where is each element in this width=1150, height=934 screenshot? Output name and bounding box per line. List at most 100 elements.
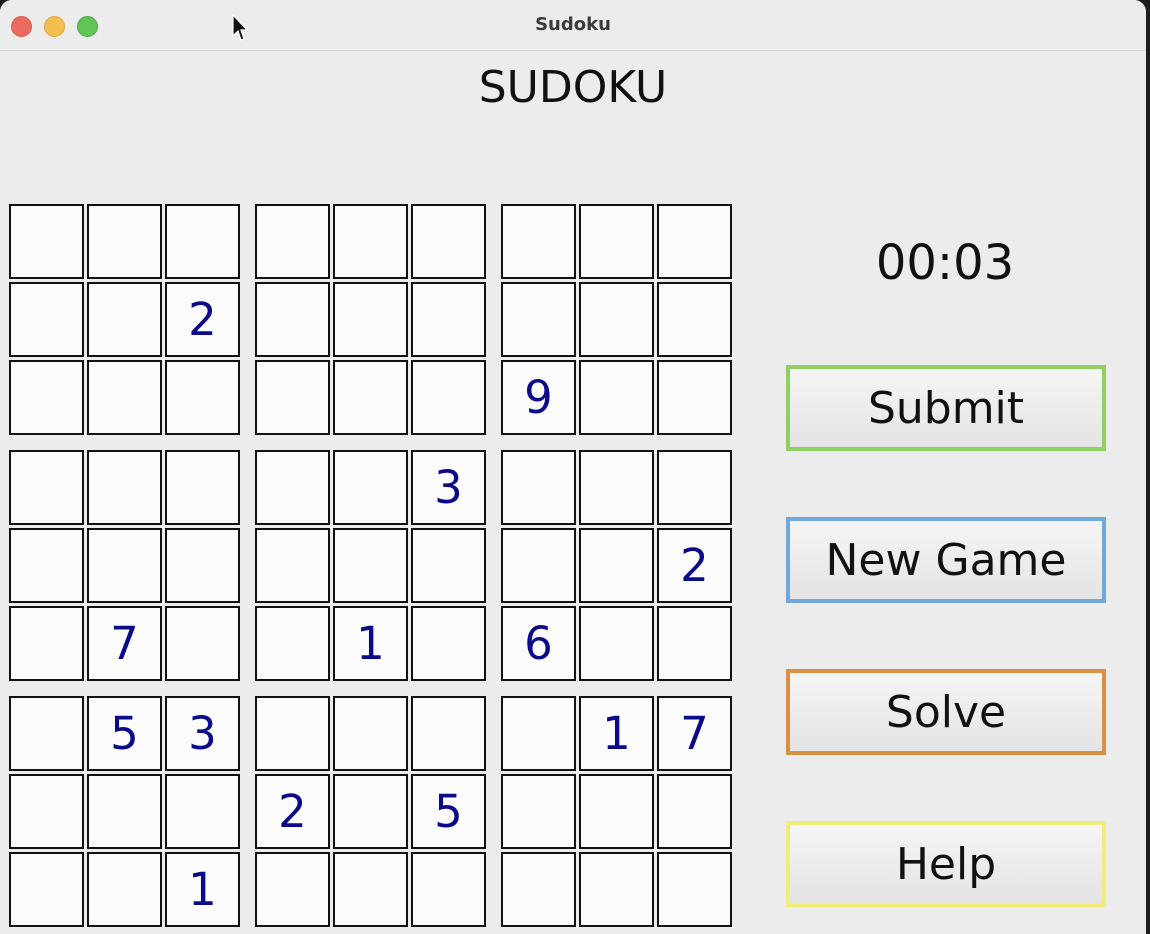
sudoku-cell[interactable]: [501, 528, 576, 603]
sudoku-cell[interactable]: [411, 696, 486, 771]
sudoku-cell[interactable]: [165, 528, 240, 603]
sudoku-cell[interactable]: [579, 528, 654, 603]
sudoku-cell[interactable]: [87, 450, 162, 525]
sudoku-cell[interactable]: [87, 204, 162, 279]
sudoku-cell[interactable]: [579, 282, 654, 357]
elapsed-timer: 00:03: [875, 235, 1015, 291]
sudoku-cell[interactable]: [501, 774, 576, 849]
sudoku-cell[interactable]: [579, 774, 654, 849]
sudoku-cell[interactable]: [333, 450, 408, 525]
sudoku-box: 25: [253, 694, 491, 932]
sudoku-cell[interactable]: [657, 774, 732, 849]
sudoku-cell[interactable]: [501, 204, 576, 279]
sudoku-cell[interactable]: [87, 774, 162, 849]
sudoku-cell[interactable]: [657, 360, 732, 435]
sudoku-cell[interactable]: [333, 528, 408, 603]
sudoku-cell[interactable]: [255, 450, 330, 525]
title-bar: Sudoku: [0, 0, 1146, 51]
sudoku-cell[interactable]: [501, 696, 576, 771]
sudoku-cell[interactable]: [333, 204, 408, 279]
sudoku-box: 31: [253, 448, 491, 686]
mouse-pointer-icon: [232, 14, 248, 41]
sudoku-cell[interactable]: [255, 696, 330, 771]
sudoku-cell[interactable]: [255, 606, 330, 681]
sudoku-cell[interactable]: [411, 282, 486, 357]
sudoku-cell[interactable]: [333, 696, 408, 771]
sudoku-cell[interactable]: [165, 204, 240, 279]
sudoku-cell[interactable]: [411, 528, 486, 603]
sudoku-cell[interactable]: [255, 282, 330, 357]
sudoku-cell[interactable]: [87, 528, 162, 603]
sudoku-cell[interactable]: [411, 360, 486, 435]
sudoku-cell[interactable]: 1: [333, 606, 408, 681]
sudoku-cell[interactable]: [255, 204, 330, 279]
sudoku-cell[interactable]: [501, 450, 576, 525]
sudoku-cell[interactable]: [9, 774, 84, 849]
sudoku-cell[interactable]: [579, 852, 654, 927]
sudoku-window: Sudoku SUDOKU 29731265312517 00:03 Submi…: [0, 0, 1146, 934]
sudoku-cell[interactable]: [87, 360, 162, 435]
sudoku-cell[interactable]: 9: [501, 360, 576, 435]
sudoku-box: 7: [7, 448, 245, 686]
sudoku-cell[interactable]: [333, 360, 408, 435]
help-button[interactable]: Help: [786, 821, 1106, 907]
sudoku-cell[interactable]: [87, 282, 162, 357]
sudoku-cell[interactable]: 7: [657, 696, 732, 771]
sudoku-cell[interactable]: 5: [87, 696, 162, 771]
sudoku-cell[interactable]: [657, 450, 732, 525]
sudoku-cell[interactable]: [579, 450, 654, 525]
sudoku-cell[interactable]: [501, 852, 576, 927]
sudoku-cell[interactable]: 2: [657, 528, 732, 603]
sudoku-cell[interactable]: [9, 282, 84, 357]
sudoku-cell[interactable]: [87, 852, 162, 927]
sudoku-cell[interactable]: [165, 450, 240, 525]
sudoku-cell[interactable]: [9, 696, 84, 771]
sudoku-cell[interactable]: [411, 204, 486, 279]
sudoku-cell[interactable]: [579, 606, 654, 681]
solve-button[interactable]: Solve: [786, 669, 1106, 755]
sudoku-cell[interactable]: [657, 282, 732, 357]
sudoku-cell[interactable]: [9, 204, 84, 279]
window-title: Sudoku: [535, 14, 611, 35]
sudoku-cell[interactable]: 2: [165, 282, 240, 357]
sudoku-cell[interactable]: 3: [411, 450, 486, 525]
sudoku-cell[interactable]: [165, 360, 240, 435]
sudoku-box: 53 1: [7, 694, 245, 932]
sudoku-cell[interactable]: 6: [501, 606, 576, 681]
sudoku-cell[interactable]: [9, 528, 84, 603]
sudoku-cell[interactable]: [411, 852, 486, 927]
sudoku-cell[interactable]: [9, 852, 84, 927]
sudoku-cell[interactable]: [657, 606, 732, 681]
submit-button[interactable]: Submit: [786, 365, 1106, 451]
sudoku-cell[interactable]: [255, 852, 330, 927]
sudoku-box: 9: [499, 202, 737, 440]
sudoku-cell[interactable]: [411, 606, 486, 681]
sudoku-cell[interactable]: 3: [165, 696, 240, 771]
sudoku-cell[interactable]: [657, 204, 732, 279]
sudoku-box: [253, 202, 491, 440]
sudoku-cell[interactable]: [9, 360, 84, 435]
sudoku-cell[interactable]: [165, 774, 240, 849]
sudoku-cell[interactable]: [165, 606, 240, 681]
sudoku-cell[interactable]: [9, 606, 84, 681]
sudoku-cell[interactable]: [255, 360, 330, 435]
sudoku-cell[interactable]: [333, 852, 408, 927]
sudoku-cell[interactable]: 1: [579, 696, 654, 771]
game-heading: SUDOKU: [478, 62, 668, 113]
sudoku-cell[interactable]: 7: [87, 606, 162, 681]
sudoku-cell[interactable]: [255, 528, 330, 603]
sudoku-cell[interactable]: 2: [255, 774, 330, 849]
sudoku-cell[interactable]: [501, 282, 576, 357]
sudoku-cell[interactable]: [579, 204, 654, 279]
sudoku-box: 26: [499, 448, 737, 686]
sudoku-cell[interactable]: [579, 360, 654, 435]
sudoku-cell[interactable]: [333, 282, 408, 357]
sudoku-board: 29731265312517: [7, 202, 747, 934]
sudoku-cell[interactable]: [9, 450, 84, 525]
sudoku-cell[interactable]: 1: [165, 852, 240, 927]
sudoku-box: 2: [7, 202, 245, 440]
new-game-button[interactable]: New Game: [786, 517, 1106, 603]
sudoku-cell[interactable]: [657, 852, 732, 927]
sudoku-cell[interactable]: [333, 774, 408, 849]
sudoku-cell[interactable]: 5: [411, 774, 486, 849]
